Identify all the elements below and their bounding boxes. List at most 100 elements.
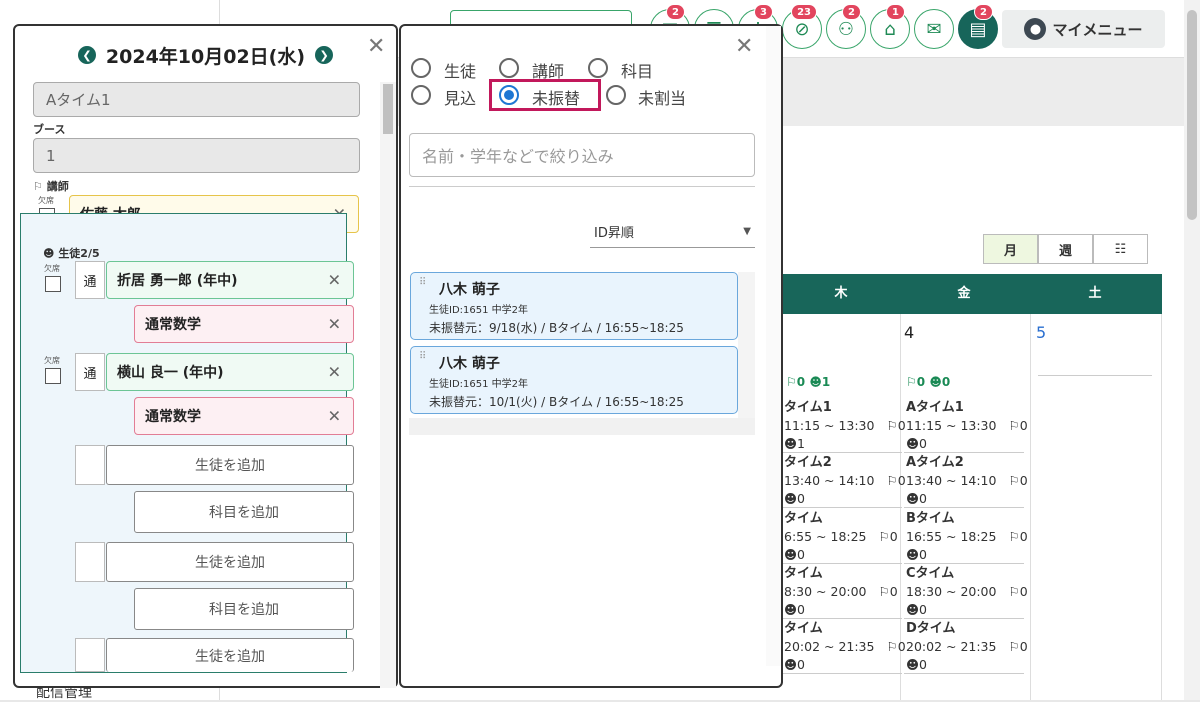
attendance-type[interactable]: [75, 638, 105, 672]
slot-name: Aタイム2: [906, 455, 964, 470]
student-count: ☻0: [906, 657, 927, 672]
divider: [904, 563, 1024, 564]
divider: [904, 673, 1024, 674]
slot-name: タイム2: [784, 455, 832, 470]
prev-day-icon[interactable]: ❮: [77, 46, 96, 64]
slot-name: タイム: [784, 621, 823, 636]
student-count: ☻0: [784, 491, 805, 506]
drag-handle-icon[interactable]: ⠿: [419, 352, 426, 362]
time-slot[interactable]: Cタイム 18:30 ~ 20:00 ⚐0 ☻0: [906, 565, 1028, 619]
my-menu-button[interactable]: ● マイメニュー: [1002, 10, 1165, 48]
add-subject-button[interactable]: 科目を追加: [134, 491, 354, 533]
radio-unassigned[interactable]: [606, 85, 626, 105]
slot-name: Cタイム: [906, 566, 955, 581]
subject-name: 通常数学: [145, 409, 201, 425]
blocked-icon[interactable]: ⊘ 23: [782, 4, 822, 49]
student-icon: ☻: [929, 375, 942, 389]
badge: 2: [666, 4, 685, 20]
radio-subject[interactable]: [588, 58, 608, 78]
slot-time: 13:40 ~ 14:10: [906, 473, 997, 488]
subject-card[interactable]: 通常数学 ✕: [134, 305, 354, 343]
teacher-count: ⚐0: [1008, 473, 1028, 488]
time-slot[interactable]: Dタイム 20:02 ~ 21:35 ⚐0 ☻0: [906, 620, 1028, 674]
remove-icon[interactable]: ✕: [328, 315, 341, 334]
column-divider: [1030, 314, 1031, 700]
group-icon[interactable]: ⚇ 2: [826, 4, 866, 49]
left-panel-scrollbar[interactable]: [380, 82, 396, 688]
count: 0: [796, 375, 806, 389]
student-name: 折居 勇一郎 (年中): [117, 273, 238, 289]
add-subject-button[interactable]: 科目を追加: [134, 588, 354, 630]
students-label-row: ☻ 生徒2/5: [43, 245, 100, 261]
slot-name: タイム: [784, 566, 823, 581]
time-slot[interactable]: Aタイム2 13:40 ~ 14:10 ⚐0 ☻0: [906, 454, 1028, 508]
month-view-button[interactable]: 月: [983, 234, 1038, 264]
slot-name: タイム1: [784, 400, 832, 415]
close-icon[interactable]: ✕: [367, 36, 385, 58]
slot-time: 20:02 ~ 21:35: [784, 639, 875, 654]
result-card[interactable]: ⠿ 八木 萌子 生徒ID:1651 中学2年 未振替元：10/1(火) / Bタ…: [410, 346, 738, 414]
count: 0: [941, 375, 951, 389]
page-scrollbar[interactable]: [1184, 0, 1200, 700]
teacher-count: ⚐0: [878, 584, 898, 599]
results-scrollbar[interactable]: [738, 272, 755, 418]
remove-icon[interactable]: ✕: [328, 363, 341, 382]
date-number[interactable]: 5: [1036, 323, 1046, 342]
chat-icon[interactable]: ▤ 2: [958, 4, 998, 49]
slot-time: 11:15 ~ 13:30: [784, 418, 875, 433]
my-menu-label: マイメニュー: [1052, 20, 1143, 39]
result-card[interactable]: ⠿ 八木 萌子 生徒ID:1651 中学2年 未振替元：9/18(水) / Bタ…: [410, 272, 738, 340]
list-view-button[interactable]: ☷: [1093, 234, 1148, 264]
radio-label: 生徒: [444, 62, 477, 81]
add-student-button[interactable]: 生徒を追加: [106, 638, 354, 672]
radio-student[interactable]: [411, 58, 431, 78]
close-icon[interactable]: ✕: [735, 36, 753, 58]
teacher-icon: ⚐: [906, 375, 917, 389]
drag-handle-icon[interactable]: ⠿: [419, 278, 426, 288]
sort-select[interactable]: ID昇順 ▼: [590, 216, 755, 248]
radio-teacher[interactable]: [499, 58, 519, 78]
slot-name: Aタイム1: [906, 400, 964, 415]
attendance-type[interactable]: [75, 542, 105, 582]
time-slot[interactable]: タイム2 13:40 ~ 14:10 ⚐0 ☻0: [784, 454, 906, 508]
student-card[interactable]: 折居 勇一郎 (年中) ✕: [106, 261, 354, 299]
remove-icon[interactable]: ✕: [328, 271, 341, 290]
slot-time: 13:40 ~ 14:10: [784, 473, 875, 488]
booth-label: ブース: [33, 123, 66, 136]
search-input[interactable]: 名前・学年などで絞り込み: [409, 133, 755, 177]
time-slot-field[interactable]: Aタイム1: [33, 82, 360, 117]
time-slot[interactable]: Bタイム 16:55 ~ 18:25 ⚐0 ☻0: [906, 510, 1028, 564]
attendance-type[interactable]: 通: [75, 261, 105, 299]
date-number[interactable]: 4: [904, 323, 914, 342]
add-student-button[interactable]: 生徒を追加: [106, 445, 354, 485]
student-count: ☻0: [906, 547, 927, 562]
divider: [904, 618, 1024, 619]
gift-icon[interactable]: ✉: [914, 9, 954, 49]
time-slot[interactable]: タイム1 11:15 ~ 13:30 ⚐0 ☻1: [784, 399, 906, 453]
badge: 2: [974, 4, 993, 20]
bank-icon[interactable]: ⌂ 1: [870, 4, 910, 49]
radio-prospect[interactable]: [411, 85, 431, 105]
remove-icon[interactable]: ✕: [328, 407, 341, 426]
time-slot[interactable]: タイム 8:30 ~ 20:00 ⚐0 ☻0: [784, 565, 898, 619]
time-slot[interactable]: タイム 20:02 ~ 21:35 ⚐0 ☻0: [784, 620, 906, 674]
student-card[interactable]: 横山 良一 (年中) ✕: [106, 353, 354, 391]
right-panel-scrollbar[interactable]: [766, 26, 781, 666]
results-hscrollbar[interactable]: [409, 418, 755, 435]
time-slot[interactable]: タイム 6:55 ~ 18:25 ⚐0 ☻0: [784, 510, 898, 564]
attendance-type[interactable]: [75, 445, 105, 485]
booth-field[interactable]: 1: [33, 138, 360, 173]
next-day-icon[interactable]: ❯: [315, 46, 334, 64]
add-student-button[interactable]: 生徒を追加: [106, 542, 354, 582]
attendance-type[interactable]: 通: [75, 353, 105, 391]
divider: [782, 618, 902, 619]
student-absent-checkbox[interactable]: [45, 276, 61, 292]
student-absent-checkbox[interactable]: [45, 368, 61, 384]
badge: 3: [754, 4, 773, 20]
time-slot[interactable]: Aタイム1 11:15 ~ 13:30 ⚐0 ☻0: [906, 399, 1028, 453]
divider: [904, 507, 1024, 508]
week-view-button[interactable]: 週: [1038, 234, 1093, 264]
divider: [782, 673, 902, 674]
subject-card[interactable]: 通常数学 ✕: [134, 397, 354, 435]
slot-time: 6:55 ~ 18:25: [784, 529, 867, 544]
